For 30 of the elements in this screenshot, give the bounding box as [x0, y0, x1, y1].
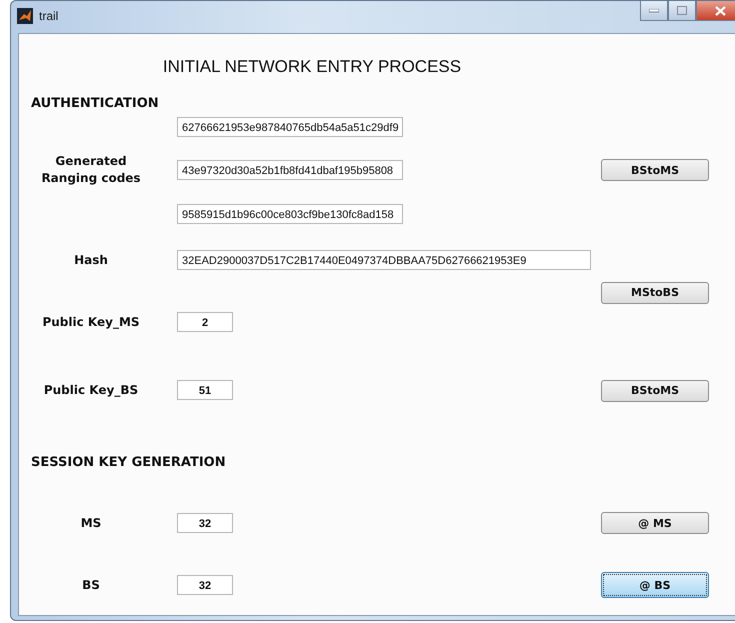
push-button[interactable]: BStoMS	[601, 159, 709, 182]
push-button[interactable]: BStoMS	[601, 380, 709, 402]
form-heading: INITIAL NETWORK ENTRY PROCESS	[162, 56, 462, 78]
push-button[interactable]: MStoBS	[601, 282, 709, 304]
minimize-button[interactable]	[640, 1, 668, 21]
close-button[interactable]	[696, 1, 735, 21]
push-button[interactable]: @ BS	[601, 572, 709, 598]
text-field[interactable]: 43e97320d30a52b1fb8fd41dbaf195b95808	[177, 160, 403, 180]
minimize-icon	[649, 8, 659, 12]
section-title: SESSION KEY GENERATION	[31, 454, 227, 472]
text-field[interactable]: 32EAD2900037D517C2B17440E0497374DBBAA75D62766621953E9	[177, 250, 591, 270]
field-label: BS	[81, 576, 101, 594]
field-label: Hash	[73, 252, 109, 268]
field-label: Public Key_MS	[41, 314, 141, 330]
field-label: Public Key_BS	[42, 382, 140, 399]
field-label: MS	[80, 514, 102, 532]
text-field[interactable]: 9585915d1b96c00ce803cf9be130fc8ad158	[177, 204, 403, 224]
text-field[interactable]: 32	[177, 575, 233, 595]
maximize-icon	[677, 6, 687, 15]
maximize-button[interactable]	[668, 1, 696, 21]
close-icon	[714, 6, 726, 16]
text-field[interactable]: 62766621953e987840765db54a5a51c29df9	[177, 117, 403, 137]
section-title: AUTHENTICATION	[31, 95, 160, 113]
text-field[interactable]: 32	[177, 513, 233, 533]
text-field[interactable]: 2	[177, 312, 233, 332]
window-title: trail	[39, 9, 58, 23]
text-field[interactable]: 51	[177, 380, 233, 400]
field-label: Generated Ranging codes	[40, 153, 142, 187]
app-icon	[17, 8, 33, 24]
push-button[interactable]: @ MS	[601, 512, 709, 534]
